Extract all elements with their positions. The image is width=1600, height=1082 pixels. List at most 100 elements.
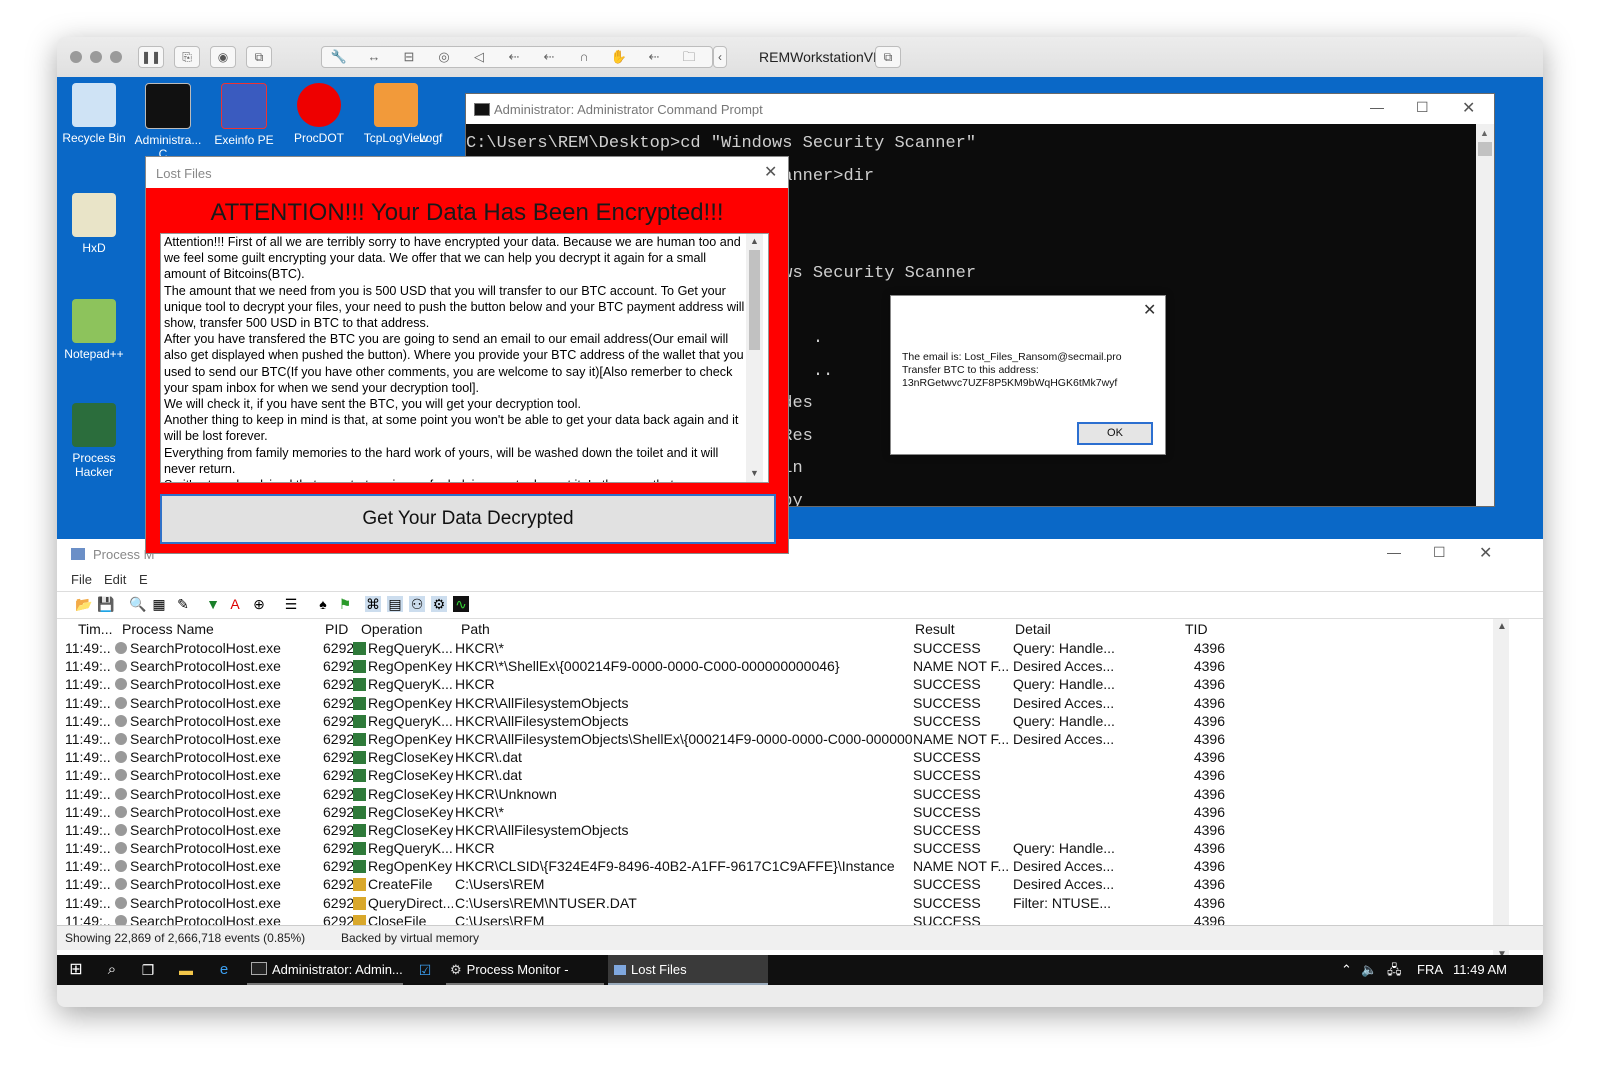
disc-icon[interactable]: ◎ <box>427 47 461 67</box>
desktop-icon-procdot[interactable]: ProcDOT <box>282 83 356 145</box>
highlight-icon[interactable]: A <box>227 596 243 612</box>
clear-icon[interactable]: ✎ <box>175 596 191 612</box>
table-row[interactable]: 11:49:... SearchProtocolHost.exe 6292 RegOp… <box>57 657 1497 675</box>
scroll-thumb[interactable] <box>749 250 760 350</box>
ransom-email-dialog[interactable]: ✕ The email is: Lost_Files_Ransom@secmai… <box>890 295 1166 455</box>
col-path[interactable]: Path <box>461 621 490 637</box>
table-row[interactable]: 11:49:... SearchProtocolHost.exe 6292 RegCl… <box>57 748 1497 766</box>
desktop-icon-exeinfo[interactable]: Exeinfo PE <box>207 83 281 147</box>
table-row[interactable]: 11:49:... SearchProtocolHost.exe 6292 RegOp… <box>57 730 1497 748</box>
snapshot-manager-icon[interactable]: ⧉ <box>246 46 272 68</box>
table-row[interactable]: 11:49:... SearchProtocolHost.exe 6292 RegOp… <box>57 694 1497 712</box>
taskbar-item-procmon[interactable]: ⚙ Process Monitor - Sys... <box>446 955 604 985</box>
chevron-left-icon[interactable]: ‹ <box>713 46 727 68</box>
close-icon[interactable]: ✕ <box>764 162 777 182</box>
col-result[interactable]: Result <box>915 621 955 637</box>
desktop-icon-notepadpp[interactable]: Notepad++ <box>57 299 131 361</box>
desktop-icon-hxd[interactable]: HxD <box>57 193 131 255</box>
table-row[interactable]: 11:49:... SearchProtocolHost.exe 6292 RegQu… <box>57 675 1497 693</box>
scroll-up-icon[interactable]: ▲ <box>1497 621 1507 632</box>
lost-files-titlebar[interactable]: Lost Files ✕ <box>146 157 788 188</box>
menu-event[interactable]: E <box>139 572 148 587</box>
clock[interactable]: 11:49 AM <box>1453 955 1507 985</box>
lost-files-window[interactable]: Lost Files ✕ ATTENTION!!! Your Data Has … <box>145 156 789 554</box>
table-row[interactable]: 11:49:... SearchProtocolHost.exe 6292 RegOp… <box>57 857 1497 875</box>
usb-icon[interactable]: ⇠ <box>497 47 531 67</box>
ransom-note-textbox[interactable]: Attention!!! First of all we are terribl… <box>160 233 769 483</box>
desktop-icon-logf[interactable]: Logf <box>419 131 459 145</box>
minimize-icon[interactable]: — <box>1387 544 1401 560</box>
maximize-icon[interactable]: ☐ <box>1433 544 1446 561</box>
scroll-up-icon[interactable]: ▲ <box>1480 128 1489 138</box>
registry-activity-icon[interactable]: ⌘ <box>365 596 381 612</box>
snapshot-icon[interactable]: ⎘ <box>174 46 200 68</box>
procmon-event-list[interactable]: 11:49:... SearchProtocolHost.exe 6292 RegQu… <box>57 639 1497 948</box>
hand-icon[interactable]: ✋ <box>602 47 636 67</box>
scroll-down-icon[interactable]: ▼ <box>750 468 759 478</box>
chevron-up-icon[interactable]: ⌃ <box>1341 955 1352 985</box>
window-mode-icon[interactable]: ⧉ <box>875 46 901 68</box>
target-icon[interactable]: ⊕ <box>251 596 267 612</box>
shared-folder-icon[interactable]: 🗀 <box>672 47 706 67</box>
col-tid[interactable]: TID <box>1185 621 1208 637</box>
taskbar-item-cmd[interactable]: Administrator: Admin... <box>247 955 403 985</box>
open-icon[interactable]: 📂 <box>75 596 92 612</box>
desktop-icon-recycle-bin[interactable]: Recycle Bin <box>57 83 131 145</box>
procmon-window[interactable]: Process M — ☐ ✕ File Edit E 📂 💾 🔍 ▦ ✎ ▼ … <box>57 539 1543 985</box>
taskbar-item-lost-files[interactable]: Lost Files <box>608 955 768 985</box>
table-row[interactable]: 11:49:... SearchProtocolHost.exe 6292 RegCl… <box>57 785 1497 803</box>
cmd-scrollbar[interactable]: ▲ <box>1476 124 1494 506</box>
task-view-icon[interactable]: ❐ <box>137 955 159 985</box>
minimize-icon[interactable]: — <box>1370 99 1384 115</box>
zoom-light[interactable] <box>110 51 122 63</box>
internet-explorer-icon[interactable]: e <box>213 955 235 985</box>
ransom-note-scrollbar[interactable]: ▲ ▼ <box>746 234 763 482</box>
file-activity-icon[interactable]: ▤ <box>387 596 403 612</box>
wrench-icon[interactable]: 🔧 <box>322 47 356 67</box>
checkbox-app-icon[interactable]: ☑ <box>414 955 436 985</box>
headphones-icon[interactable]: ∩ <box>567 47 601 67</box>
properties-icon[interactable]: ☰ <box>283 596 299 612</box>
find-icon[interactable]: 🔍 <box>129 596 146 612</box>
binoculars-icon[interactable]: ♠ <box>315 596 331 612</box>
minimize-light[interactable] <box>90 51 102 63</box>
table-row[interactable]: 11:49:... SearchProtocolHost.exe 6292 RegCl… <box>57 803 1497 821</box>
table-row[interactable]: 11:49:... SearchProtocolHost.exe 6292 RegCl… <box>57 766 1497 784</box>
col-time[interactable]: Tim... <box>78 621 112 637</box>
close-light[interactable] <box>70 51 82 63</box>
menu-edit[interactable]: Edit <box>104 572 126 587</box>
filter-icon[interactable]: ▼ <box>205 596 221 612</box>
desktop-icon-process-hacker[interactable]: Process Hacker <box>57 403 131 479</box>
save-icon[interactable]: 💾 <box>97 596 114 612</box>
table-row[interactable]: 11:49:... SearchProtocolHost.exe 6292 RegQu… <box>57 839 1497 857</box>
pause-icon[interactable]: ❚❚ <box>138 46 164 68</box>
desktop-icon-admin-cmd[interactable]: Administra... C... <box>131 83 205 161</box>
autoscroll-icon[interactable]: ▦ <box>151 596 167 612</box>
table-row[interactable]: 11:49:... SearchProtocolHost.exe 6292 RegQu… <box>57 639 1497 657</box>
network-activity-icon[interactable]: ⚇ <box>409 596 425 612</box>
table-row[interactable]: 11:49:... SearchProtocolHost.exe 6292 Query… <box>57 894 1497 912</box>
menu-file[interactable]: File <box>71 572 92 587</box>
col-process-name[interactable]: Process Name <box>122 621 214 637</box>
close-icon[interactable]: ✕ <box>1462 98 1475 118</box>
network-icon[interactable]: 🖧 <box>1387 955 1402 985</box>
search-icon[interactable]: ⌕ <box>101 955 123 985</box>
table-row[interactable]: 11:49:... SearchProtocolHost.exe 6292 Creat… <box>57 875 1497 893</box>
usb-icon-2[interactable]: ⇠ <box>532 47 566 67</box>
get-data-decrypted-button[interactable]: Get Your Data Decrypted <box>160 494 776 544</box>
file-explorer-icon[interactable]: ▬ <box>175 955 197 985</box>
col-operation[interactable]: Operation <box>361 621 422 637</box>
maximize-icon[interactable]: ☐ <box>1416 99 1429 116</box>
network-arrows-icon[interactable]: ↔ <box>357 47 391 67</box>
camera-icon[interactable]: ◉ <box>210 46 236 68</box>
speaker-icon[interactable]: ◁ <box>462 47 496 67</box>
table-row[interactable]: 11:49:... SearchProtocolHost.exe 6292 RegQu… <box>57 712 1497 730</box>
jump-icon[interactable]: ⚑ <box>337 596 353 612</box>
language-indicator[interactable]: FRA <box>1417 955 1443 985</box>
profiling-activity-icon[interactable]: ∿ <box>453 596 469 612</box>
windows-start-icon[interactable]: ⊞ <box>65 955 87 985</box>
col-detail[interactable]: Detail <box>1015 621 1051 637</box>
scroll-thumb[interactable] <box>1478 142 1492 156</box>
procmon-scrollbar[interactable]: ▲ ▼ <box>1493 619 1509 965</box>
table-row[interactable]: 11:49:... SearchProtocolHost.exe 6292 RegCl… <box>57 821 1497 839</box>
